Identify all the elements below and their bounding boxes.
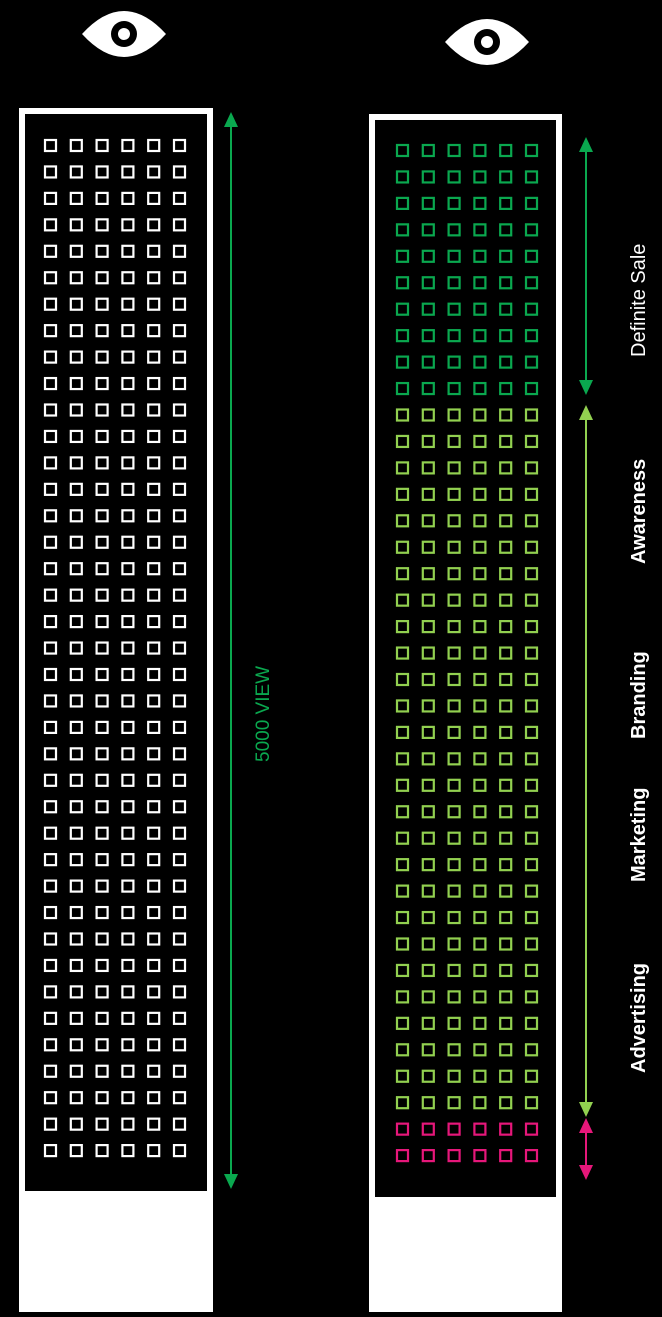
view-arrow-arrowhead-bottom bbox=[224, 1174, 238, 1189]
advertising-label: Advertising bbox=[628, 962, 650, 1073]
funnel-diagram: 5000 VIEW Definite Sale Awareness Brandi… bbox=[0, 0, 662, 1312]
eye-icon bbox=[82, 11, 166, 57]
sale-arrow-arrowhead-bottom bbox=[579, 380, 593, 395]
marketing-label: Marketing bbox=[628, 787, 650, 882]
eye-icon bbox=[445, 19, 529, 65]
diagram-canvas bbox=[19, 11, 593, 1312]
branding-label: Branding bbox=[628, 651, 650, 739]
view-arrow-arrowhead-top bbox=[224, 112, 238, 127]
view-count-label: 5000 VIEW bbox=[253, 665, 274, 762]
left-phone-base bbox=[19, 1297, 213, 1312]
sale-arrow-arrowhead-top bbox=[579, 137, 593, 152]
awareness-arrow-arrowhead-bottom bbox=[579, 1102, 593, 1117]
definite-sale-label: Definite Sale bbox=[628, 243, 650, 357]
awareness-label: Awareness bbox=[628, 458, 650, 564]
rest-arrow-arrowhead-top bbox=[579, 1118, 593, 1133]
rest-arrow-arrowhead-bottom bbox=[579, 1165, 593, 1180]
right-phone-base bbox=[369, 1297, 562, 1312]
awareness-arrow-arrowhead-top bbox=[579, 405, 593, 420]
